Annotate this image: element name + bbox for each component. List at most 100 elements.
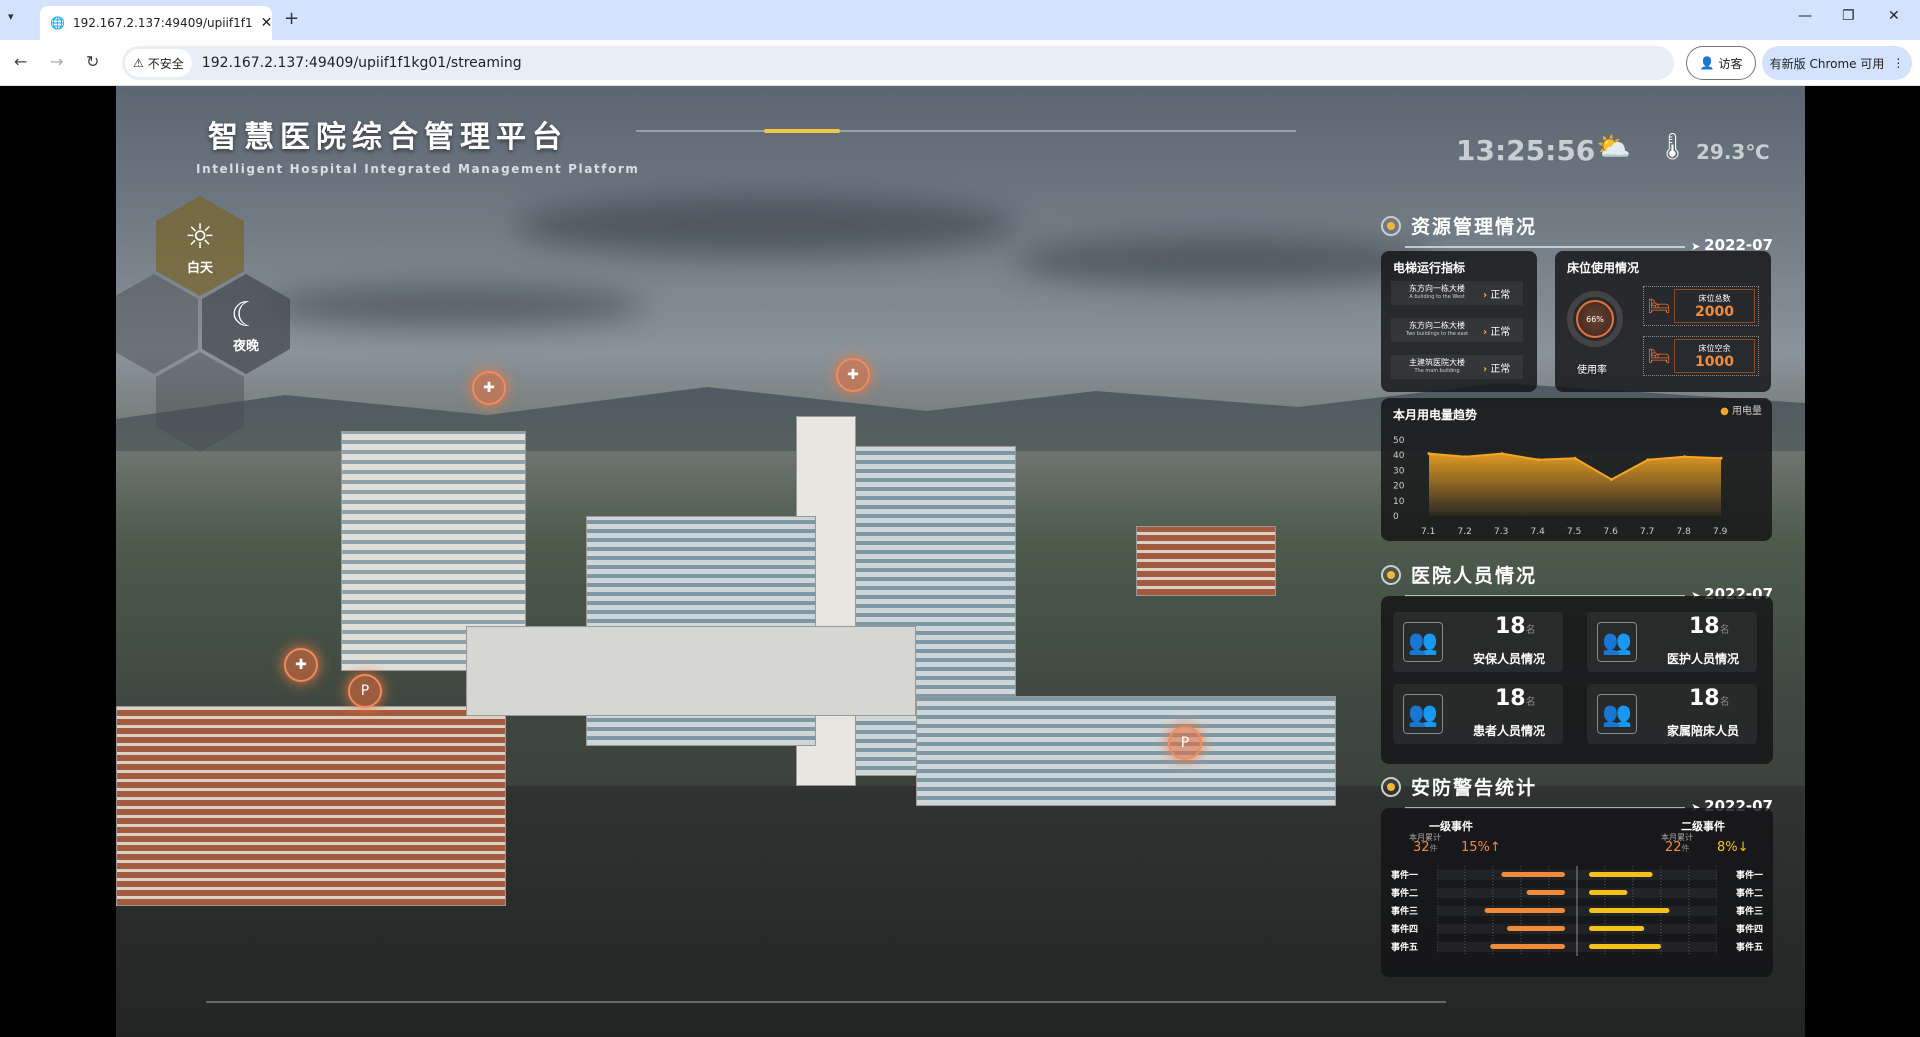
y-tick-label: 10 bbox=[1393, 497, 1405, 507]
free-beds-value: 1000 bbox=[1695, 354, 1734, 370]
x-tick-label: 7.4 bbox=[1531, 527, 1546, 537]
staff-card-security[interactable]: 👥 18名 安保人员情况 bbox=[1393, 612, 1563, 672]
x-tick-label: 7.5 bbox=[1567, 527, 1581, 537]
medical-staff-icon: 👥 bbox=[1597, 622, 1637, 662]
map-marker-parking[interactable]: P bbox=[348, 674, 382, 708]
profile-button[interactable]: 👤 访客 bbox=[1686, 46, 1756, 80]
data-point[interactable] bbox=[1683, 455, 1686, 459]
data-point[interactable] bbox=[1646, 458, 1650, 462]
url-input[interactable]: ⚠ 不安全 192.167.2.137:49409/upiif1f1kg01/st… bbox=[122, 46, 1674, 80]
bed-usage-panel: 床位使用情况 66% 使用率 🛏 床位总数 2000 🛏 床位空余 1000 bbox=[1555, 251, 1771, 392]
elevator-panel: 电梯运行指标 东方向一栋大楼 A building to the West › 正常… bbox=[1381, 251, 1537, 392]
event-row-bg bbox=[1437, 870, 1717, 880]
data-point[interactable] bbox=[1464, 455, 1467, 459]
new-tab-button[interactable]: + bbox=[284, 8, 299, 29]
thermometer-icon: 🌡 bbox=[1656, 132, 1690, 162]
data-point[interactable] bbox=[1610, 478, 1613, 482]
back-icon[interactable]: ← bbox=[14, 52, 27, 71]
section-bullet-icon bbox=[1381, 565, 1401, 585]
level2-change: 8%↓ bbox=[1717, 840, 1749, 855]
data-point[interactable] bbox=[1573, 456, 1577, 460]
unit: 名 bbox=[1525, 697, 1536, 708]
map-marker-parking[interactable]: P bbox=[1168, 726, 1202, 760]
total-beds-value: 2000 bbox=[1695, 304, 1734, 320]
menu-icon[interactable]: ⋮ bbox=[1892, 56, 1904, 70]
security-staff-icon: 👥 bbox=[1403, 622, 1443, 662]
event-label: 事件二 bbox=[1391, 889, 1419, 899]
level1-bar[interactable] bbox=[1507, 926, 1565, 931]
browser-tab[interactable]: 🌐 192.167.2.137:49409/upiif1f1 ✕ bbox=[40, 6, 272, 40]
x-tick-label: 7.3 bbox=[1494, 527, 1508, 537]
event-label: 事件四 bbox=[1735, 925, 1763, 935]
section-title: 安防警告统计 bbox=[1411, 777, 1538, 799]
total-beds-label: 床位总数 bbox=[1698, 294, 1731, 303]
level1-bar[interactable] bbox=[1484, 908, 1565, 913]
data-point[interactable] bbox=[1537, 458, 1540, 462]
staff-card-family[interactable]: 👥 18名 家属陪床人员 bbox=[1587, 684, 1757, 744]
data-point[interactable] bbox=[1500, 452, 1504, 456]
header-divider bbox=[636, 129, 1296, 133]
level1-bar[interactable] bbox=[1490, 944, 1565, 949]
elevator-row: 东方向二栋大楼 Two buildings to the east › 正常 bbox=[1391, 318, 1523, 342]
elevator-row: 东方向一栋大楼 A building to the West › 正常 bbox=[1391, 281, 1523, 305]
level1-bar[interactable] bbox=[1526, 890, 1565, 895]
level2-bar[interactable] bbox=[1589, 872, 1653, 877]
moon-icon: ☾ bbox=[230, 294, 262, 335]
level2-bar[interactable] bbox=[1589, 890, 1628, 895]
x-tick-label: 7.6 bbox=[1604, 527, 1619, 537]
page-subtitle: Intelligent Hospital Integrated Manageme… bbox=[196, 162, 640, 176]
url-text: 192.167.2.137:49409/upiif1f1kg01/streami… bbox=[201, 55, 522, 71]
y-tick-label: 0 bbox=[1393, 512, 1399, 522]
family-icon: 👥 bbox=[1597, 694, 1637, 734]
y-tick-label: 40 bbox=[1393, 451, 1405, 461]
map-marker-hospital[interactable]: ✚ bbox=[284, 648, 318, 682]
level2-bar[interactable] bbox=[1589, 908, 1670, 913]
patient-icon: 👥 bbox=[1403, 694, 1443, 734]
forward-icon[interactable]: → bbox=[50, 52, 63, 71]
browser-tab-bar: ▾ 🌐 192.167.2.137:49409/upiif1f1 ✕ + — ❐… bbox=[0, 0, 1920, 40]
level2-bar[interactable] bbox=[1589, 944, 1661, 949]
bottom-scrollbar[interactable] bbox=[206, 1001, 1446, 1003]
staff-label: 患者人员情况 bbox=[1473, 724, 1546, 738]
minimize-button[interactable]: — bbox=[1798, 8, 1812, 24]
close-tab-icon[interactable]: ✕ bbox=[261, 15, 273, 31]
staff-card-medical[interactable]: 👥 18名 医护人员情况 bbox=[1587, 612, 1757, 672]
free-beds: 🛏 床位空余 1000 bbox=[1643, 336, 1759, 376]
x-tick-label: 7.8 bbox=[1677, 527, 1692, 537]
x-tick-label: 7.7 bbox=[1640, 527, 1654, 537]
event-label: 事件一 bbox=[1735, 871, 1763, 881]
data-point[interactable] bbox=[1719, 456, 1723, 460]
tab-search-icon[interactable]: ▾ bbox=[8, 10, 14, 23]
level1-bar[interactable] bbox=[1501, 872, 1565, 877]
unit: 名 bbox=[1719, 625, 1730, 636]
staff-label: 家属陪床人员 bbox=[1667, 724, 1740, 738]
restore-button[interactable]: ❐ bbox=[1842, 8, 1855, 24]
event-row-bg bbox=[1437, 924, 1717, 934]
level1-count: 32 bbox=[1413, 840, 1430, 855]
update-chrome-button[interactable]: 有新版 Chrome 可用 ⋮ bbox=[1762, 46, 1912, 80]
temperature: 29.3℃ bbox=[1696, 140, 1770, 164]
usage-gauge: 66% bbox=[1567, 291, 1623, 347]
data-point[interactable] bbox=[1427, 452, 1431, 456]
event-row-bg bbox=[1437, 888, 1717, 898]
usage-label: 使用率 bbox=[1577, 365, 1607, 376]
event-row-bg bbox=[1437, 906, 1717, 916]
elevator-name: 主建筑医院大楼 bbox=[1409, 358, 1465, 367]
staff-count: 18 bbox=[1495, 686, 1526, 711]
security-chip[interactable]: ⚠ 不安全 bbox=[125, 49, 192, 77]
chevron-right-icon: › bbox=[1483, 289, 1488, 301]
close-window-button[interactable]: ✕ bbox=[1888, 8, 1900, 24]
free-beds-label: 床位空余 bbox=[1698, 344, 1731, 353]
elevator-status: 正常 bbox=[1490, 326, 1511, 338]
x-tick-label: 7.9 bbox=[1713, 527, 1728, 537]
event-label: 事件三 bbox=[1735, 907, 1763, 917]
map-marker-hospital[interactable]: ✚ bbox=[472, 371, 506, 405]
reload-icon[interactable]: ↻ bbox=[86, 52, 99, 71]
guest-label: 访客 bbox=[1718, 56, 1743, 71]
staff-card-patients[interactable]: 👥 18名患者人员情况 bbox=[1393, 684, 1563, 744]
level2-bar[interactable] bbox=[1589, 926, 1645, 931]
unit: 名 bbox=[1719, 697, 1730, 708]
x-tick-label: 7.2 bbox=[1458, 527, 1472, 537]
staff-count: 18 bbox=[1495, 614, 1526, 639]
map-marker-hospital[interactable]: ✚ bbox=[836, 358, 870, 392]
